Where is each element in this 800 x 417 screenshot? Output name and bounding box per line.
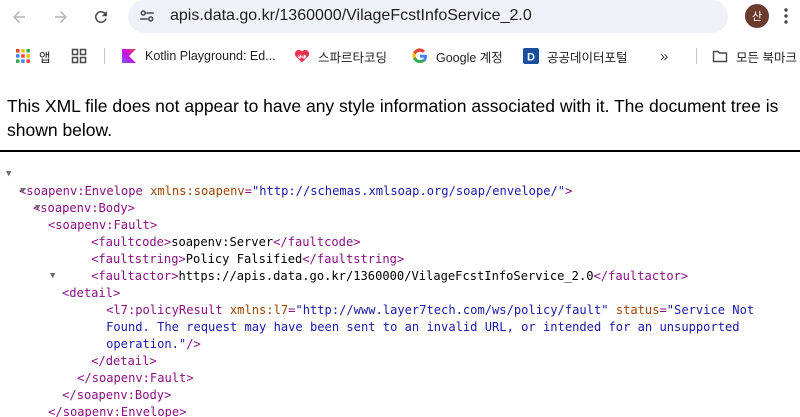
- back-button[interactable]: [5, 4, 33, 30]
- collapse-triangle-icon[interactable]: ▼: [50, 268, 55, 285]
- bookmark-label: 공공데이터포털: [547, 50, 628, 65]
- bookmarks-bar: 앱 Kotlin Playground: Ed... ◕◕ 스파르타코딩 Goo…: [0, 38, 800, 74]
- xml-line-policy-2: Found. The request may have been sent to…: [77, 302, 739, 334]
- xml-line-detail-close: </detail>: [91, 354, 157, 368]
- bookmark-label: Google 계정: [436, 50, 503, 65]
- xml-line-fault-open: ▼ <soapenv:Fault>: [0, 200, 157, 232]
- bookmark-google-account[interactable]: Google 계정: [412, 46, 503, 66]
- folder-icon: [712, 48, 728, 64]
- bookmark-label: Kotlin Playground: Ed...: [145, 49, 276, 63]
- data-portal-icon: D: [523, 48, 539, 64]
- xml-line-detail-open: ▼ <detail>: [0, 268, 120, 300]
- back-arrow-icon: [13, 11, 25, 23]
- svg-text:◕◕: ◕◕: [298, 54, 307, 60]
- xml-line-envelope-close: </soapenv:Envelope>: [48, 405, 187, 417]
- chrome-menu-button[interactable]: [776, 4, 796, 28]
- collapse-triangle-icon[interactable]: ▼: [35, 200, 40, 217]
- tab-groups-icon: [71, 48, 87, 64]
- xml-line-policy-1: <l7:policyResult xmlns:l7="http://www.la…: [106, 303, 755, 317]
- xml-style-notice: This XML file does not appear to have an…: [7, 96, 779, 140]
- xml-line-policy-3: operation."/>: [106, 337, 201, 351]
- forward-arrow-icon: [55, 11, 67, 23]
- bookmarks-separator: [696, 48, 697, 64]
- xml-tag: soapenv:Envelope: [26, 184, 143, 198]
- xml-tag: faultactor: [608, 269, 681, 283]
- google-icon: [412, 48, 428, 64]
- url-text[interactable]: apis.data.go.kr/1360000/VilageFcstInfoSe…: [170, 7, 532, 25]
- xml-attr-value: "http://schemas.xmlsoap.org/soap/envelop…: [252, 184, 566, 198]
- xml-line-envelope-open: ▼ <soapenv:Envelope xmlns:soapenv="http:/…: [0, 166, 572, 198]
- sparta-heart-icon: ◕◕: [294, 48, 310, 64]
- xml-attr-name: xmlns:soapenv: [150, 184, 245, 198]
- bookmark-kotlin[interactable]: Kotlin Playground: Ed...: [121, 46, 276, 66]
- reload-button[interactable]: [87, 4, 115, 30]
- xml-line-faultcode: <faultcode>soapenv:Server</faultcode>: [91, 235, 361, 249]
- browser-toolbar: apis.data.go.kr/1360000/VilageFcstInfoSe…: [0, 0, 800, 36]
- bookmark-label: 스파르타코딩: [318, 50, 388, 65]
- reload-icon: [94, 10, 107, 23]
- collapse-triangle-icon[interactable]: ▼: [6, 166, 11, 183]
- profile-avatar[interactable]: 산: [745, 4, 769, 28]
- bookmark-data-portal[interactable]: D 공공데이터포털: [523, 46, 628, 66]
- more-bookmarks-button[interactable]: »: [660, 46, 669, 66]
- xml-attr-value: Found. The request may have been sent to…: [106, 320, 740, 334]
- collapse-triangle-icon[interactable]: ▼: [20, 183, 25, 200]
- site-settings-icon[interactable]: [138, 7, 156, 25]
- kebab-menu-icon: [784, 8, 788, 24]
- bookmark-all-folder[interactable]: 모든 북마크: [712, 46, 797, 66]
- xml-line-faultactor: <faultactor>https://apis.data.go.kr/1360…: [91, 269, 689, 283]
- xml-line-body-close: </soapenv:Body>: [62, 388, 172, 402]
- bookmark-label: 앱: [39, 50, 51, 65]
- xml-text: https://apis.data.go.kr/1360000/VilageFc…: [178, 269, 594, 283]
- forward-button[interactable]: [47, 4, 75, 30]
- bookmark-sparta[interactable]: ◕◕ 스파르타코딩: [294, 46, 387, 66]
- double-chevron-icon: »: [660, 47, 669, 65]
- notice-divider: [0, 150, 800, 152]
- xml-tag: soapenv:Body: [40, 201, 128, 215]
- kotlin-icon: [121, 48, 137, 64]
- tab-groups-button[interactable]: [71, 46, 95, 66]
- xml-tag: faultactor: [98, 269, 172, 283]
- bookmark-label: 모든 북마크: [736, 50, 797, 65]
- xml-tag: soapenv:Envelope: [62, 405, 180, 417]
- xml-line-body-open: ▼ <soapenv:Body>: [0, 183, 135, 215]
- bookmark-apps[interactable]: 앱: [15, 46, 51, 66]
- xml-line-fault-close: </soapenv:Fault>: [77, 371, 194, 385]
- apps-grid-icon: [15, 48, 31, 64]
- bookmarks-separator: [104, 48, 105, 64]
- svg-text:D: D: [527, 52, 535, 64]
- avatar-letter: 산: [751, 11, 763, 23]
- address-bar[interactable]: apis.data.go.kr/1360000/VilageFcstInfoSe…: [128, 0, 728, 33]
- xml-line-faultstring: <faultstring>Policy Falsified</faultstri…: [91, 252, 405, 266]
